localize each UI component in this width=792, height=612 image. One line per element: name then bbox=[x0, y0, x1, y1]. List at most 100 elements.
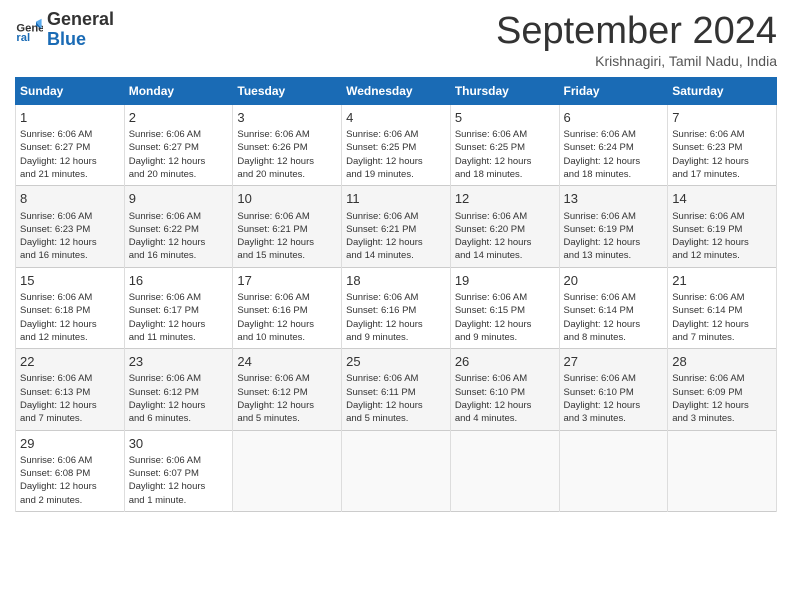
day-info: Sunrise: 6:06 AM Sunset: 6:27 PM Dayligh… bbox=[20, 128, 120, 181]
day-info: Sunrise: 6:06 AM Sunset: 6:16 PM Dayligh… bbox=[237, 291, 337, 344]
day-info: Sunrise: 6:06 AM Sunset: 6:07 PM Dayligh… bbox=[129, 454, 229, 507]
calendar-cell: 29Sunrise: 6:06 AM Sunset: 6:08 PM Dayli… bbox=[16, 430, 125, 511]
calendar-table: SundayMondayTuesdayWednesdayThursdayFrid… bbox=[15, 77, 777, 512]
calendar-cell: 21Sunrise: 6:06 AM Sunset: 6:14 PM Dayli… bbox=[668, 267, 777, 348]
calendar-cell: 1Sunrise: 6:06 AM Sunset: 6:27 PM Daylig… bbox=[16, 105, 125, 186]
svg-text:ral: ral bbox=[16, 32, 30, 44]
day-number: 21 bbox=[672, 272, 772, 290]
calendar-cell: 19Sunrise: 6:06 AM Sunset: 6:15 PM Dayli… bbox=[450, 267, 559, 348]
calendar-cell bbox=[668, 430, 777, 511]
day-number: 24 bbox=[237, 353, 337, 371]
day-number: 13 bbox=[564, 190, 664, 208]
day-info: Sunrise: 6:06 AM Sunset: 6:20 PM Dayligh… bbox=[455, 210, 555, 263]
day-number: 2 bbox=[129, 109, 229, 127]
calendar-cell: 12 Sunrise: 6:06 AM Sunset: 6:20 PM Dayli… bbox=[450, 186, 559, 267]
day-info: Sunrise: 6:06 AM Sunset: 6:25 PM Dayligh… bbox=[346, 128, 446, 181]
day-number: 6 bbox=[564, 109, 664, 127]
day-info: Sunrise: 6:06 AM Sunset: 6:09 PM Dayligh… bbox=[672, 372, 772, 425]
calendar-cell: 13 Sunrise: 6:06 AM Sunset: 6:19 PM Dayli… bbox=[559, 186, 668, 267]
day-info: Sunrise: 6:06 AM Sunset: 6:21 PM Dayligh… bbox=[346, 210, 446, 263]
location-text: Krishnagiri, Tamil Nadu, India bbox=[496, 53, 777, 69]
week-row-4: 22Sunrise: 6:06 AM Sunset: 6:13 PM Dayli… bbox=[16, 349, 777, 430]
day-number: 18 bbox=[346, 272, 446, 290]
calendar-cell: 18Sunrise: 6:06 AM Sunset: 6:16 PM Dayli… bbox=[342, 267, 451, 348]
calendar-cell: 6Sunrise: 6:06 AM Sunset: 6:24 PM Daylig… bbox=[559, 105, 668, 186]
day-info: Sunrise: 6:06 AM Sunset: 6:14 PM Dayligh… bbox=[564, 291, 664, 344]
day-info: Sunrise: 6:06 AM Sunset: 6:19 PM Dayligh… bbox=[564, 210, 664, 263]
calendar-cell: 26Sunrise: 6:06 AM Sunset: 6:10 PM Dayli… bbox=[450, 349, 559, 430]
day-number: 14 bbox=[672, 190, 772, 208]
calendar-cell bbox=[559, 430, 668, 511]
day-info: Sunrise: 6:06 AM Sunset: 6:14 PM Dayligh… bbox=[672, 291, 772, 344]
day-info: Sunrise: 6:06 AM Sunset: 6:13 PM Dayligh… bbox=[20, 372, 120, 425]
calendar-cell: 17Sunrise: 6:06 AM Sunset: 6:16 PM Dayli… bbox=[233, 267, 342, 348]
logo: Gene ral General Blue bbox=[15, 10, 114, 50]
day-number: 5 bbox=[455, 109, 555, 127]
day-number: 7 bbox=[672, 109, 772, 127]
day-info: Sunrise: 6:06 AM Sunset: 6:18 PM Dayligh… bbox=[20, 291, 120, 344]
day-info: Sunrise: 6:06 AM Sunset: 6:21 PM Dayligh… bbox=[237, 210, 337, 263]
col-header-wednesday: Wednesday bbox=[342, 78, 451, 105]
calendar-cell: 4Sunrise: 6:06 AM Sunset: 6:25 PM Daylig… bbox=[342, 105, 451, 186]
calendar-cell: 15Sunrise: 6:06 AM Sunset: 6:18 PM Dayli… bbox=[16, 267, 125, 348]
day-number: 29 bbox=[20, 435, 120, 453]
week-row-1: 1Sunrise: 6:06 AM Sunset: 6:27 PM Daylig… bbox=[16, 105, 777, 186]
day-info: Sunrise: 6:06 AM Sunset: 6:23 PM Dayligh… bbox=[20, 210, 120, 263]
day-info: Sunrise: 6:06 AM Sunset: 6:16 PM Dayligh… bbox=[346, 291, 446, 344]
week-row-3: 15Sunrise: 6:06 AM Sunset: 6:18 PM Dayli… bbox=[16, 267, 777, 348]
month-title: September 2024 bbox=[496, 10, 777, 53]
calendar-cell: 23Sunrise: 6:06 AM Sunset: 6:12 PM Dayli… bbox=[124, 349, 233, 430]
day-info: Sunrise: 6:06 AM Sunset: 6:27 PM Dayligh… bbox=[129, 128, 229, 181]
calendar-cell bbox=[233, 430, 342, 511]
calendar-cell: 25Sunrise: 6:06 AM Sunset: 6:11 PM Dayli… bbox=[342, 349, 451, 430]
day-info: Sunrise: 6:06 AM Sunset: 6:11 PM Dayligh… bbox=[346, 372, 446, 425]
col-header-sunday: Sunday bbox=[16, 78, 125, 105]
day-number: 4 bbox=[346, 109, 446, 127]
logo-icon: Gene ral bbox=[15, 16, 43, 44]
day-info: Sunrise: 6:06 AM Sunset: 6:12 PM Dayligh… bbox=[237, 372, 337, 425]
title-area: September 2024 Krishnagiri, Tamil Nadu, … bbox=[496, 10, 777, 69]
day-info: Sunrise: 6:06 AM Sunset: 6:26 PM Dayligh… bbox=[237, 128, 337, 181]
day-number: 11 bbox=[346, 190, 446, 208]
calendar-cell: 14 Sunrise: 6:06 AM Sunset: 6:19 PM Dayli… bbox=[668, 186, 777, 267]
day-number: 8 bbox=[20, 190, 120, 208]
day-number: 9 bbox=[129, 190, 229, 208]
logo-text-line2: Blue bbox=[47, 30, 114, 50]
day-number: 20 bbox=[564, 272, 664, 290]
day-info: Sunrise: 6:06 AM Sunset: 6:22 PM Dayligh… bbox=[129, 210, 229, 263]
calendar-cell: 3Sunrise: 6:06 AM Sunset: 6:26 PM Daylig… bbox=[233, 105, 342, 186]
day-info: Sunrise: 6:06 AM Sunset: 6:15 PM Dayligh… bbox=[455, 291, 555, 344]
calendar-cell bbox=[342, 430, 451, 511]
day-number: 28 bbox=[672, 353, 772, 371]
calendar-cell: 7Sunrise: 6:06 AM Sunset: 6:23 PM Daylig… bbox=[668, 105, 777, 186]
day-number: 23 bbox=[129, 353, 229, 371]
page-header: Gene ral General Blue September 2024 Kri… bbox=[15, 10, 777, 69]
calendar-cell: 30Sunrise: 6:06 AM Sunset: 6:07 PM Dayli… bbox=[124, 430, 233, 511]
calendar-cell: 8 Sunrise: 6:06 AM Sunset: 6:23 PM Daylig… bbox=[16, 186, 125, 267]
day-number: 26 bbox=[455, 353, 555, 371]
calendar-cell: 9 Sunrise: 6:06 AM Sunset: 6:22 PM Daylig… bbox=[124, 186, 233, 267]
calendar-cell: 5Sunrise: 6:06 AM Sunset: 6:25 PM Daylig… bbox=[450, 105, 559, 186]
calendar-cell: 11 Sunrise: 6:06 AM Sunset: 6:21 PM Dayli… bbox=[342, 186, 451, 267]
calendar-cell: 28Sunrise: 6:06 AM Sunset: 6:09 PM Dayli… bbox=[668, 349, 777, 430]
day-number: 10 bbox=[237, 190, 337, 208]
day-info: Sunrise: 6:06 AM Sunset: 6:19 PM Dayligh… bbox=[672, 210, 772, 263]
day-info: Sunrise: 6:06 AM Sunset: 6:10 PM Dayligh… bbox=[455, 372, 555, 425]
day-number: 1 bbox=[20, 109, 120, 127]
day-number: 30 bbox=[129, 435, 229, 453]
day-info: Sunrise: 6:06 AM Sunset: 6:23 PM Dayligh… bbox=[672, 128, 772, 181]
day-number: 12 bbox=[455, 190, 555, 208]
week-row-2: 8 Sunrise: 6:06 AM Sunset: 6:23 PM Daylig… bbox=[16, 186, 777, 267]
day-number: 16 bbox=[129, 272, 229, 290]
day-number: 17 bbox=[237, 272, 337, 290]
col-header-friday: Friday bbox=[559, 78, 668, 105]
col-header-saturday: Saturday bbox=[668, 78, 777, 105]
day-info: Sunrise: 6:06 AM Sunset: 6:25 PM Dayligh… bbox=[455, 128, 555, 181]
col-header-monday: Monday bbox=[124, 78, 233, 105]
day-info: Sunrise: 6:06 AM Sunset: 6:10 PM Dayligh… bbox=[564, 372, 664, 425]
calendar-cell: 24Sunrise: 6:06 AM Sunset: 6:12 PM Dayli… bbox=[233, 349, 342, 430]
day-number: 22 bbox=[20, 353, 120, 371]
col-header-tuesday: Tuesday bbox=[233, 78, 342, 105]
day-info: Sunrise: 6:06 AM Sunset: 6:08 PM Dayligh… bbox=[20, 454, 120, 507]
logo-text-line1: General bbox=[47, 10, 114, 30]
